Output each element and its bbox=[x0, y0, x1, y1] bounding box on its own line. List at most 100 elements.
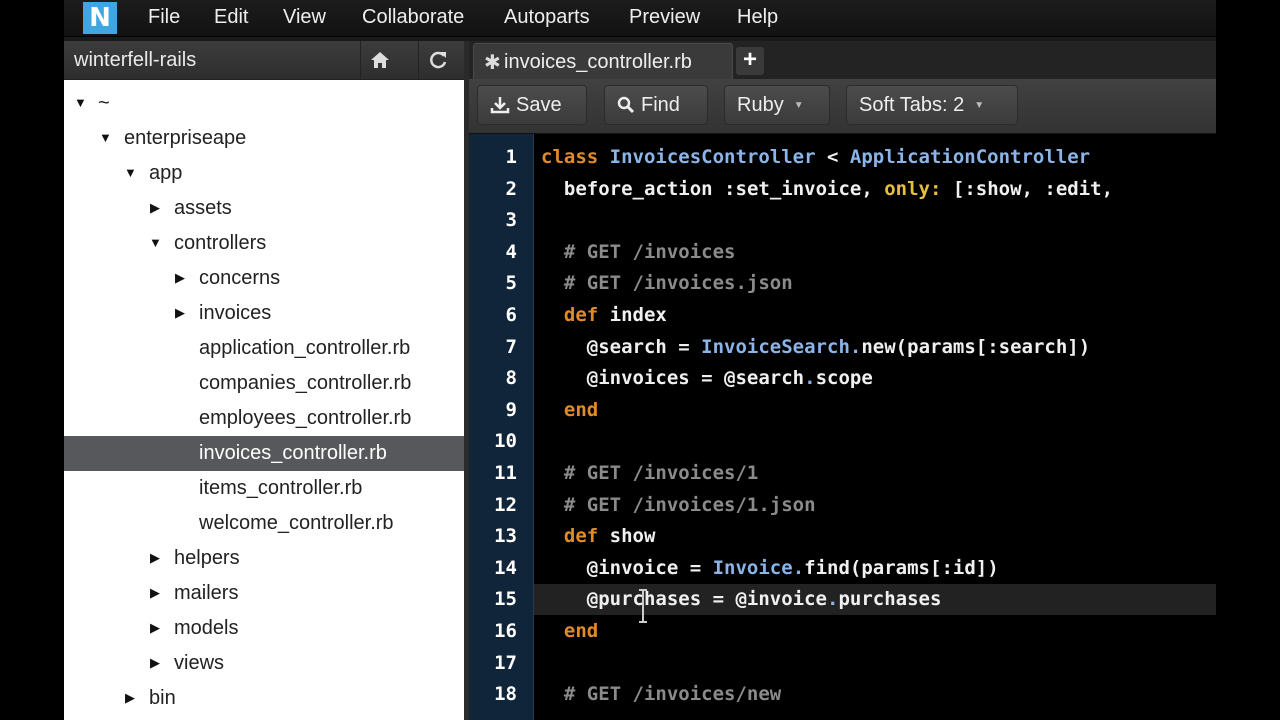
collapsed-arrow-icon[interactable]: ▶ bbox=[150, 200, 160, 216]
refresh-icon bbox=[430, 51, 447, 69]
line-number: 17 bbox=[494, 651, 517, 674]
tree-folder-assets[interactable]: ▶ assets bbox=[64, 191, 464, 226]
line-number: 4 bbox=[505, 240, 517, 263]
modified-indicator-icon: ✱ bbox=[484, 52, 501, 74]
app-logo-icon[interactable]: N bbox=[83, 2, 117, 34]
download-icon bbox=[490, 97, 510, 114]
menu-view[interactable]: View bbox=[283, 6, 326, 29]
file-tree: ▼ ~ ▼ enterpriseape ▼ app ▶ assets ▼ con… bbox=[64, 80, 464, 720]
code-line[interactable]: @invoice = Invoice.find(params[:id]) bbox=[534, 553, 1216, 584]
save-button[interactable]: Save bbox=[477, 85, 587, 125]
indent-dropdown[interactable]: Soft Tabs: 2 ▼ bbox=[846, 85, 1018, 125]
code-line[interactable]: def index bbox=[534, 300, 1216, 331]
tree-folder-controllers[interactable]: ▼ controllers bbox=[64, 226, 464, 261]
tree-item-label: concerns bbox=[199, 267, 281, 289]
code-line[interactable]: end bbox=[534, 395, 1216, 426]
menu-autoparts[interactable]: Autoparts bbox=[504, 6, 590, 29]
tree-folder-enterpriseape[interactable]: ▼ enterpriseape bbox=[64, 121, 464, 156]
code-line[interactable]: class InvoicesController < ApplicationCo… bbox=[534, 142, 1216, 173]
tab-bar: ✱ invoices_controller.rb + bbox=[469, 41, 1216, 80]
tree-item-label: app bbox=[149, 162, 183, 184]
home-button[interactable] bbox=[360, 41, 399, 79]
tree-folder-invoices[interactable]: ▶ invoices bbox=[64, 296, 464, 331]
code-line[interactable]: @invoices = @search.scope bbox=[534, 363, 1216, 394]
code-line[interactable]: def show bbox=[534, 521, 1216, 552]
line-number: 14 bbox=[494, 556, 517, 579]
line-number: 3 bbox=[505, 209, 517, 232]
editor-toolbar: Save Find Ruby ▼ Soft Tabs: 2 ▼ bbox=[469, 79, 1216, 134]
code-line[interactable]: # GET /invoices.json bbox=[534, 268, 1216, 299]
tree-item-label: invoices bbox=[199, 302, 272, 324]
tree-folder-app[interactable]: ▼ app bbox=[64, 156, 464, 191]
menu-bar: N File Edit View Collaborate Autoparts P… bbox=[64, 0, 1216, 37]
tree-item-label: helpers bbox=[174, 547, 240, 569]
tree-folder-mailers[interactable]: ▶ mailers bbox=[64, 576, 464, 611]
tree-file[interactable]: items_controller.rb bbox=[64, 471, 464, 506]
line-number: 9 bbox=[505, 398, 517, 421]
line-number: 15 bbox=[494, 588, 517, 611]
home-icon bbox=[371, 52, 389, 68]
tree-folder-bin[interactable]: ▶ bin bbox=[64, 681, 464, 716]
tab-invoices-controller[interactable]: ✱ invoices_controller.rb bbox=[473, 43, 733, 80]
tree-file[interactable]: welcome_controller.rb bbox=[64, 506, 464, 541]
line-number: 6 bbox=[505, 304, 517, 326]
code-line[interactable] bbox=[534, 426, 1216, 457]
menu-collaborate[interactable]: Collaborate bbox=[362, 6, 464, 29]
expanded-arrow-icon[interactable]: ▼ bbox=[124, 165, 137, 180]
language-dropdown[interactable]: Ruby ▼ bbox=[724, 85, 830, 125]
refresh-button[interactable] bbox=[418, 41, 457, 79]
tree-item-label: employees_controller.rb bbox=[199, 407, 412, 429]
code-line[interactable]: # GET /invoices/1 bbox=[534, 458, 1216, 489]
collapsed-arrow-icon[interactable]: ▶ bbox=[175, 305, 185, 321]
code-line[interactable]: # GET /invoices bbox=[534, 237, 1216, 268]
line-number: 2 bbox=[505, 177, 517, 200]
collapsed-arrow-icon[interactable]: ▶ bbox=[150, 550, 160, 566]
collapsed-arrow-icon[interactable]: ▶ bbox=[175, 270, 185, 286]
line-number: 1 bbox=[505, 146, 517, 168]
tree-item-label: models bbox=[174, 617, 239, 639]
line-number: 5 bbox=[505, 272, 517, 295]
code-line[interactable]: # GET /invoices/new bbox=[534, 679, 1216, 710]
tree-item-label: mailers bbox=[174, 582, 239, 604]
collapsed-arrow-icon[interactable]: ▶ bbox=[150, 620, 160, 636]
tree-folder-home[interactable]: ▼ ~ bbox=[64, 86, 464, 121]
tree-item-label: bin bbox=[149, 687, 176, 709]
code-line[interactable]: before_action :set_invoice, only: [:show… bbox=[534, 174, 1216, 205]
line-number: 12 bbox=[494, 493, 517, 516]
tree-folder-views[interactable]: ▶ views bbox=[64, 646, 464, 681]
search-icon bbox=[617, 96, 635, 114]
tree-folder-models[interactable]: ▶ models bbox=[64, 611, 464, 646]
collapsed-arrow-icon[interactable]: ▶ bbox=[125, 690, 135, 706]
tree-file[interactable]: application_controller.rb bbox=[64, 331, 464, 366]
line-number: 16 bbox=[494, 620, 517, 642]
tree-file[interactable]: companies_controller.rb bbox=[64, 366, 464, 401]
tree-folder-helpers[interactable]: ▶ helpers bbox=[64, 541, 464, 576]
collapsed-arrow-icon[interactable]: ▶ bbox=[150, 585, 160, 601]
menu-preview[interactable]: Preview bbox=[629, 6, 700, 29]
find-button[interactable]: Find bbox=[604, 85, 708, 125]
project-name: winterfell-rails bbox=[74, 49, 197, 71]
new-tab-button[interactable]: + bbox=[736, 47, 764, 75]
ide-window: N File Edit View Collaborate Autoparts P… bbox=[64, 0, 1216, 720]
tree-item-label: items_controller.rb bbox=[199, 477, 363, 499]
menu-file[interactable]: File bbox=[148, 6, 180, 29]
tree-file[interactable]: employees_controller.rb bbox=[64, 401, 464, 436]
menu-edit[interactable]: Edit bbox=[214, 6, 248, 29]
tree-item-label: views bbox=[174, 652, 225, 674]
tree-item-label: assets bbox=[174, 197, 232, 219]
expanded-arrow-icon[interactable]: ▼ bbox=[99, 130, 112, 145]
tree-item-label: enterpriseape bbox=[124, 127, 247, 149]
expanded-arrow-icon[interactable]: ▼ bbox=[149, 235, 162, 250]
collapsed-arrow-icon[interactable]: ▶ bbox=[150, 655, 160, 671]
tree-folder-concerns[interactable]: ▶ concerns bbox=[64, 261, 464, 296]
code-line[interactable] bbox=[534, 648, 1216, 679]
code-line[interactable]: # GET /invoices/1.json bbox=[534, 490, 1216, 521]
menu-help[interactable]: Help bbox=[737, 6, 778, 29]
code-line[interactable]: @search = InvoiceSearch.new(params[:sear… bbox=[534, 332, 1216, 363]
tree-file-selected[interactable]: invoices_controller.rb bbox=[64, 436, 464, 471]
code-line[interactable] bbox=[534, 205, 1216, 236]
expanded-arrow-icon[interactable]: ▼ bbox=[74, 95, 87, 110]
tree-item-label: welcome_controller.rb bbox=[199, 512, 394, 534]
code-editor[interactable]: 1 2 3 4 5 6 7 8 9 10 11 12 13 14 15 16 17 18 class Invoic… bbox=[469, 134, 1216, 720]
line-number: 18 bbox=[494, 683, 517, 706]
